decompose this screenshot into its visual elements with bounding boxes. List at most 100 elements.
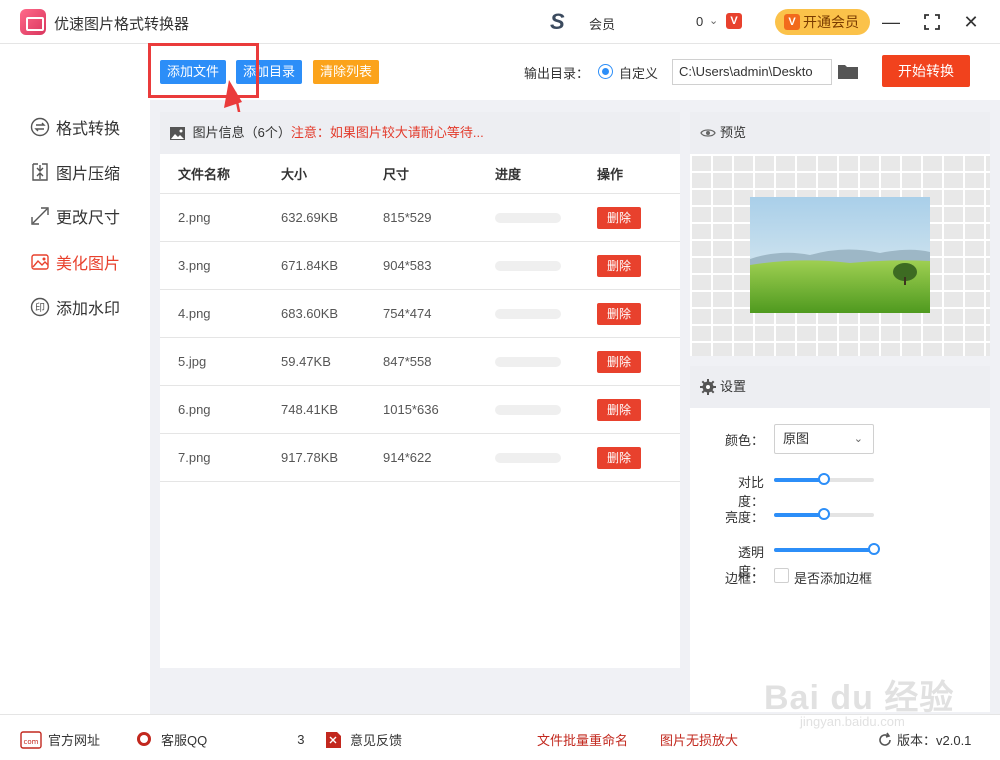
table-row[interactable]: 3.png 671.84KB 904*583 删除 [160, 242, 680, 290]
table-row[interactable]: 6.png 748.41KB 1015*636 删除 [160, 386, 680, 434]
delete-button[interactable]: 删除 [597, 302, 641, 325]
sidebar-item-watermark[interactable]: 印 添加水印 [30, 295, 120, 319]
output-path-field[interactable]: C:\Users\admin\Deskto [672, 59, 832, 85]
action-cell: 删除 [597, 242, 641, 289]
table-header: 文件名称 大小 尺寸 进度 操作 [160, 154, 680, 194]
contrast-slider[interactable] [774, 473, 874, 485]
member-label[interactable]: 会员 [589, 14, 615, 33]
preview-header: 预览 [690, 112, 990, 154]
progress-bar [495, 260, 561, 271]
contrast-label: 对比度： [737, 475, 764, 509]
start-convert-button[interactable]: 开始转换 [882, 55, 970, 87]
svg-text:印: 印 [35, 302, 45, 314]
table-row[interactable]: 4.png 683.60KB 754*474 删除 [160, 290, 680, 338]
compress-icon [32, 163, 48, 181]
custom-dir-radio[interactable] [598, 64, 613, 79]
feedback-label: 意见反馈 [350, 733, 403, 748]
sidebar-item-label: 格式转换 [56, 121, 121, 138]
progress-cell [495, 242, 561, 289]
customer-service-tail: 3 [297, 732, 305, 747]
qq-icon [137, 731, 151, 746]
file-info-title: 图片信息（6个） [192, 125, 291, 140]
sidebar-item-compress[interactable]: 图片压缩 [30, 160, 120, 184]
action-cell: 删除 [597, 194, 641, 241]
slider-handle[interactable] [868, 543, 880, 555]
app-logo-icon [20, 9, 46, 35]
chevron-down-icon[interactable]: ⌄ [709, 14, 718, 27]
minimize-icon[interactable]: — [879, 10, 903, 34]
sidebar-item-resize[interactable]: 更改尺寸 [30, 204, 120, 228]
eye-icon [700, 129, 716, 137]
maximize-icon[interactable] [920, 10, 944, 34]
sidebar-item-format-convert[interactable]: 格式转换 [30, 115, 120, 139]
official-site-link[interactable]: com 官方网址 [20, 730, 100, 749]
table-row[interactable]: 5.jpg 59.47KB 847*558 删除 [160, 338, 680, 386]
open-vip-button[interactable]: V 开通会员 [775, 9, 870, 35]
batch-rename-link[interactable]: 文件批量重命名 [537, 730, 628, 749]
open-vip-label: 开通会员 [803, 14, 859, 30]
preview-title: 预览 [720, 125, 747, 140]
baidu-watermark: Bai du 经验 jingyan.baidu.com [764, 652, 984, 742]
file-dims: 847*558 [383, 354, 432, 369]
file-name: 5.jpg [178, 354, 207, 369]
watermark-url: jingyan.baidu.com [800, 714, 905, 729]
brightness-slider[interactable] [774, 508, 874, 520]
file-size: 748.41KB [281, 402, 339, 417]
sidebar-item-label: 图片压缩 [56, 166, 121, 183]
customer-service-link[interactable]: 客服QQ 3 [133, 730, 304, 749]
table-row[interactable]: 7.png 917.78KB 914*622 删除 [160, 434, 680, 482]
add-border-checkbox[interactable] [774, 568, 789, 583]
output-dir-label: 输出目录： [524, 66, 590, 81]
delete-button[interactable]: 删除 [597, 254, 641, 277]
close-icon[interactable]: ✕ [959, 10, 983, 34]
file-size: 59.47KB [281, 354, 331, 369]
clear-list-button[interactable]: 清除列表 [313, 60, 380, 84]
progress-cell [495, 386, 561, 433]
slider-handle[interactable] [818, 473, 830, 485]
file-size: 632.69KB [281, 210, 339, 225]
col-header-name: 文件名称 [178, 167, 231, 182]
file-size: 683.60KB [281, 306, 339, 321]
preview-image [750, 197, 930, 313]
brightness-label: 亮度： [724, 510, 764, 525]
chevron-down-icon: ⌄ [853, 433, 863, 445]
sidebar-item-label: 添加水印 [56, 301, 121, 318]
delete-button[interactable]: 删除 [597, 350, 641, 373]
lossless-enlarge-link[interactable]: 图片无损放大 [660, 730, 738, 749]
file-size: 671.84KB [281, 258, 339, 273]
color-select[interactable]: 原图 ⌄ [774, 424, 874, 454]
slider-handle[interactable] [818, 508, 830, 520]
file-dims: 754*474 [383, 306, 432, 321]
add-border-label[interactable]: 是否添加边框 [794, 568, 872, 587]
file-name: 3.png [178, 258, 211, 273]
folder-icon[interactable] [838, 64, 858, 79]
official-site-label: 官方网址 [48, 733, 101, 748]
progress-bar [495, 452, 561, 463]
file-name: 7.png [178, 450, 211, 465]
gear-icon [700, 379, 716, 395]
file-info-warning: 注意：如果图片较大请耐心等待... [290, 125, 484, 140]
file-size: 917.78KB [281, 450, 339, 465]
table-row[interactable]: 2.png 632.69KB 815*529 删除 [160, 194, 680, 242]
feedback-icon [326, 731, 341, 748]
sidebar-item-beautify[interactable]: 美化图片 [30, 250, 120, 274]
feedback-link[interactable]: 意见反馈 [322, 730, 402, 749]
settings-header: 设置 [690, 366, 990, 408]
member-logo-icon: S [550, 9, 565, 34]
progress-bar [495, 356, 561, 367]
sidebar-item-label: 更改尺寸 [56, 210, 121, 227]
col-header-size: 大小 [281, 167, 308, 182]
action-cell: 删除 [597, 338, 641, 385]
delete-button[interactable]: 删除 [597, 446, 641, 469]
vip-badge-icon: V [726, 13, 742, 29]
opacity-slider[interactable] [774, 543, 880, 555]
action-cell: 删除 [597, 290, 641, 337]
progress-bar [495, 404, 561, 415]
delete-button[interactable]: 删除 [597, 398, 641, 421]
file-name: 6.png [178, 402, 211, 417]
vip-icon: V [784, 14, 800, 30]
sidebar-item-label: 美化图片 [56, 256, 121, 273]
format-convert-icon [30, 117, 50, 137]
file-name: 4.png [178, 306, 211, 321]
delete-button[interactable]: 删除 [597, 206, 641, 229]
